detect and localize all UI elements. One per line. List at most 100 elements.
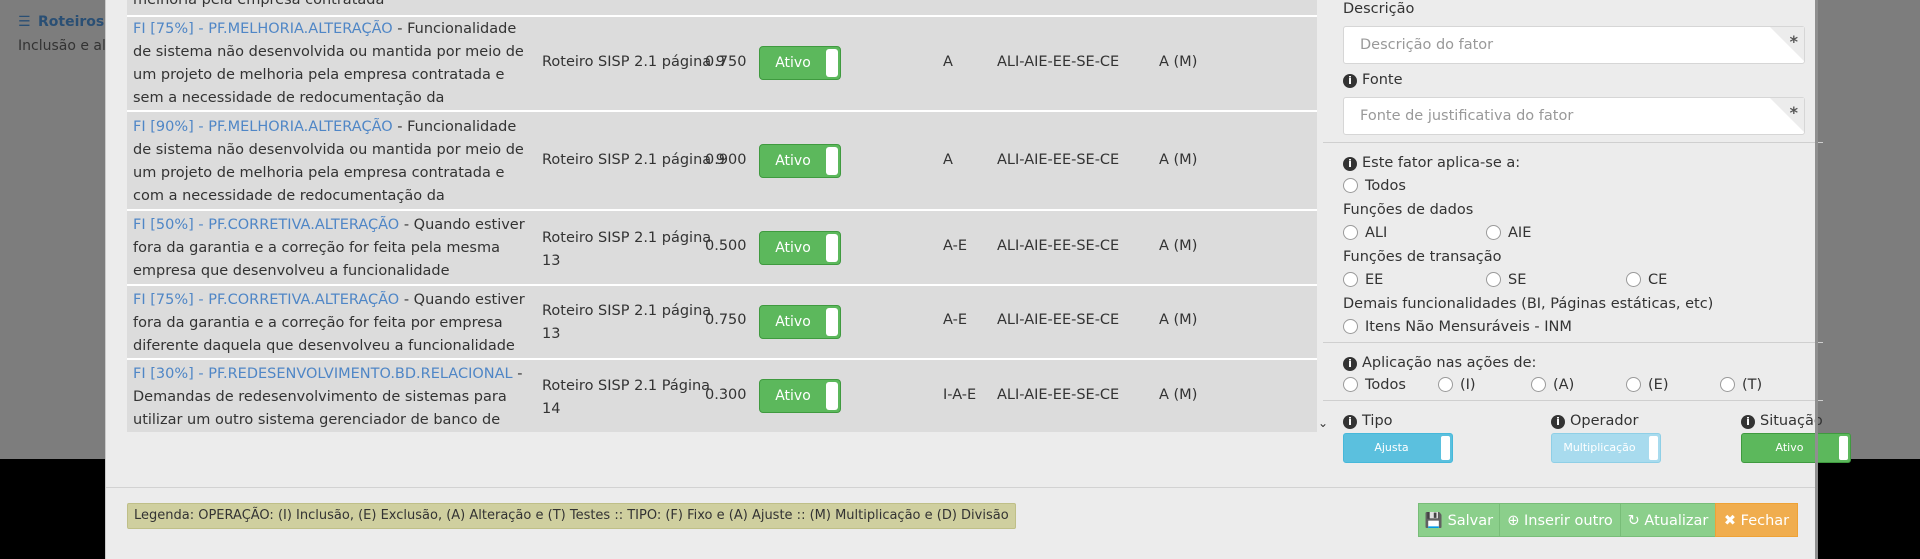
row-valor: 0.900 <box>705 152 747 168</box>
info-icon: i <box>1343 357 1357 371</box>
chevron-down-icon[interactable]: ⌄ <box>1318 416 1328 430</box>
modal-edge <box>1815 0 1818 559</box>
legend: Legenda: OPERAÇÃO: (I) Inclusão, (E) Exc… <box>127 503 1016 529</box>
situacao-switch[interactable]: Ativo <box>1741 433 1851 463</box>
save-button[interactable]: 💾 Salvar <box>1418 503 1500 537</box>
table-row: FI [50%] - PF.CORRETIVA.ALTERAÇÃO - Quan… <box>127 211 1317 286</box>
status-toggle[interactable]: Ativo <box>759 379 841 413</box>
divider <box>1323 400 1823 401</box>
row-operacao: A-E <box>943 312 967 328</box>
radio-ali-label: ALI <box>1365 225 1388 241</box>
radio-circle <box>1438 377 1453 392</box>
row-code-link[interactable]: FI [75%] - PF.MELHORIA.ALTERAÇÃO <box>133 21 393 37</box>
toggle-handle <box>826 382 838 410</box>
tipo-label: i Tipo <box>1343 413 1393 429</box>
footer-divider <box>106 487 1816 488</box>
row-operacao: A <box>943 152 953 168</box>
aplicacao-label-text: Aplicação nas ações de: <box>1362 355 1537 371</box>
table-row: FI [75%] - PF.MELHORIA.ALTERAÇÃO - Funci… <box>127 17 1317 129</box>
demais-label: Demais funcionalidades (BI, Páginas está… <box>1343 296 1714 312</box>
switch-handle <box>1649 436 1658 460</box>
radio-aie[interactable]: AIE <box>1486 225 1531 241</box>
aplicacao-label: i Aplicação nas ações de: <box>1343 355 1536 371</box>
row-valor: 0.300 <box>705 387 747 403</box>
funcoes-dados-label: Funções de dados <box>1343 202 1474 218</box>
row-valor: 0.750 <box>705 312 747 328</box>
tipo-switch[interactable]: Ajusta <box>1343 433 1453 463</box>
radio-ce[interactable]: CE <box>1626 272 1667 288</box>
table-row: FI [75%] - PF.CORRETIVA.ALTERAÇÃO - Quan… <box>127 286 1317 360</box>
radio-circle <box>1343 272 1358 287</box>
row-tipo: A (M) <box>1159 152 1198 168</box>
save-icon: 💾 <box>1424 513 1448 529</box>
radio-aie-label: AIE <box>1508 225 1532 241</box>
status-toggle-label: Ativo <box>775 240 811 256</box>
radio-circle <box>1343 178 1358 193</box>
refresh-button[interactable]: ↻ Atualizar <box>1620 503 1716 537</box>
status-toggle[interactable]: Ativo <box>759 144 841 178</box>
factor-modal: melhoria pela empresa contratada FI [75%… <box>105 0 1851 559</box>
plus-circle-icon: ⊕ <box>1507 513 1524 529</box>
radio-acao-a[interactable]: (A) <box>1531 377 1574 393</box>
fonte-input[interactable]: Fonte de justificativa do fator * <box>1343 97 1805 135</box>
row-code-link[interactable]: FI [50%] - PF.CORRETIVA.ALTERAÇÃO <box>133 217 399 233</box>
radio-acao-i[interactable]: (I) <box>1438 377 1476 393</box>
info-icon: i <box>1741 415 1755 429</box>
refresh-label: Atualizar <box>1644 513 1709 529</box>
background-title-text: Roteiros <box>38 14 105 30</box>
row-partial-text: melhoria pela empresa contratada <box>133 0 385 8</box>
radio-se[interactable]: SE <box>1486 272 1526 288</box>
status-toggle[interactable]: Ativo <box>759 231 841 265</box>
close-button[interactable]: ✖ Fechar <box>1715 503 1798 537</box>
background-title[interactable]: ☰ Roteiros <box>18 14 104 30</box>
radio-ali[interactable]: ALI <box>1343 225 1387 241</box>
radio-circle <box>1626 377 1641 392</box>
row-funcoes: ALI-AIE-EE-SE-CE <box>997 387 1120 403</box>
save-label: Salvar <box>1447 513 1494 529</box>
radio-inm[interactable]: Itens Não Mensuráveis - INM <box>1343 319 1572 335</box>
insert-another-label: Inserir outro <box>1524 513 1613 529</box>
table-row: FI [30%] - PF.REDESENVOLVIMENTO.BD.RELAC… <box>127 360 1317 432</box>
sitemap-icon: ☰ <box>18 14 31 30</box>
row-code-link[interactable]: FI [90%] - PF.MELHORIA.ALTERAÇÃO <box>133 119 393 135</box>
row-tipo: A (M) <box>1159 238 1198 254</box>
radio-circle <box>1343 377 1358 392</box>
row-tipo: A (M) <box>1159 312 1198 328</box>
row-valor: 0.750 <box>705 54 747 70</box>
situacao-switch-label: Ativo <box>1775 441 1804 454</box>
radio-ee-label: EE <box>1365 272 1384 288</box>
switch-handle <box>1839 436 1848 460</box>
insert-another-button[interactable]: ⊕ Inserir outro <box>1499 503 1621 537</box>
situacao-label-text: Situação <box>1760 413 1823 429</box>
tipo-label-text: Tipo <box>1362 413 1393 429</box>
status-toggle[interactable]: Ativo <box>759 305 841 339</box>
radio-acoes-todos-label: Todos <box>1365 377 1406 393</box>
radio-inm-label: Itens Não Mensuráveis - INM <box>1365 319 1572 335</box>
row-roteiro: Roteiro SISP 2.1 página 13 <box>542 303 712 342</box>
radio-aplica-todos-label: Todos <box>1365 178 1406 194</box>
row-code-link[interactable]: FI [30%] - PF.REDESENVOLVIMENTO.BD.RELAC… <box>133 366 513 382</box>
row-description: FI [75%] - PF.CORRETIVA.ALTERAÇÃO - Quan… <box>133 289 531 358</box>
operador-switch[interactable]: Multiplicação <box>1551 433 1661 463</box>
row-funcoes: ALI-AIE-EE-SE-CE <box>997 54 1120 70</box>
info-icon: i <box>1343 157 1357 171</box>
situacao-label: i Situação <box>1741 413 1823 429</box>
status-toggle[interactable]: Ativo <box>759 46 841 80</box>
row-operacao: A-E <box>943 238 967 254</box>
radio-acao-e[interactable]: (E) <box>1626 377 1668 393</box>
radio-ee[interactable]: EE <box>1343 272 1383 288</box>
row-tipo: A (M) <box>1159 54 1198 70</box>
radio-aplica-todos[interactable]: Todos <box>1343 178 1406 194</box>
radio-acao-t[interactable]: (T) <box>1720 377 1762 393</box>
row-code-link[interactable]: FI [75%] - PF.CORRETIVA.ALTERAÇÃO <box>133 292 399 308</box>
row-funcoes: ALI-AIE-EE-SE-CE <box>997 238 1120 254</box>
table-row: FI [90%] - PF.MELHORIA.ALTERAÇÃO - Funci… <box>127 112 1317 227</box>
radio-acoes-todos[interactable]: Todos <box>1343 377 1406 393</box>
row-roteiro: Roteiro SISP 2.1 página 9 <box>542 54 725 70</box>
radio-acao-e-label: (E) <box>1648 377 1669 393</box>
close-label: Fechar <box>1740 513 1790 529</box>
operador-switch-label: Multiplicação <box>1563 441 1636 454</box>
tipo-switch-label: Ajusta <box>1374 441 1409 454</box>
radio-ce-label: CE <box>1648 272 1668 288</box>
descricao-input[interactable]: Descrição do fator * <box>1343 26 1805 64</box>
